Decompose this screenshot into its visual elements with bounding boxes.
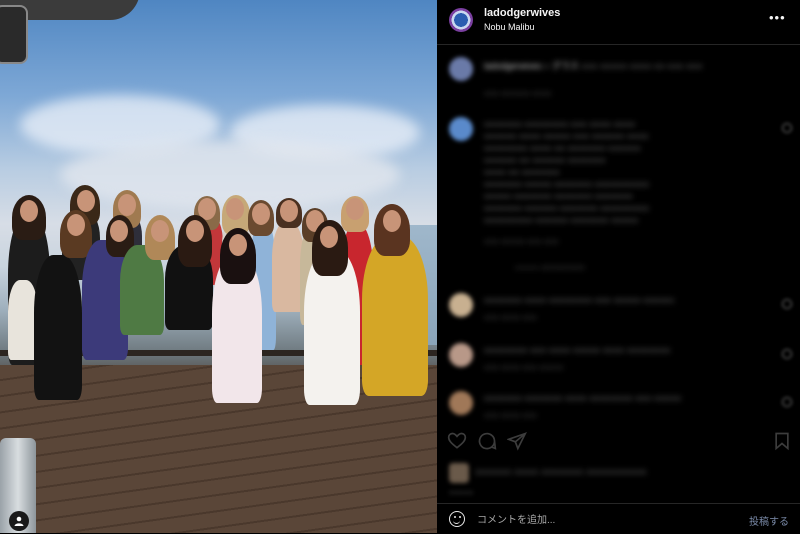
post-comment-button[interactable]: 投稿する <box>749 513 789 528</box>
post-photo[interactable] <box>0 0 437 533</box>
user-icon <box>14 516 24 526</box>
tagged-users-button[interactable] <box>9 511 29 531</box>
comment-item: ○○○○○○○ ○○○○○○○○ ○○○ ○○○○ ○○○○ ○○○○○○ ○○… <box>437 115 800 275</box>
comment-text: ○○○○○○ ○○ ○○○○○○ ○○○○○○○ <box>484 155 606 165</box>
comment-text: ○○○○ ○○ ○○○○○○○ <box>484 167 560 177</box>
like-comment-icon[interactable] <box>782 123 792 133</box>
post-actions <box>437 423 800 463</box>
liker-avatar <box>449 463 469 483</box>
comment-text: ○○○○○○○○ ○○○○ ○○ ○○○○○○○ ○○○○○○ <box>484 143 641 153</box>
comment-text: ○○○○○○○ ○○○○○○○○ ○○○ ○○○○ ○○○○ <box>484 119 636 129</box>
commenter-avatar[interactable] <box>449 391 473 415</box>
commenter-avatar[interactable] <box>449 117 473 141</box>
view-replies[interactable]: ——— ○○○○○○○○○ <box>515 263 585 272</box>
comment-meta: ○○○ ○○○○ ○○○ <box>484 411 537 420</box>
lamp-fixture <box>0 5 28 64</box>
comments-list[interactable]: ladodgerwives ○ グラス ○○○ ○○○○○ ○○○○ ○○ ○○… <box>437 45 800 423</box>
likes-text: ○○○○○○ ○○○○ ○○○○○○○ ○○○○○○○○○○ <box>475 467 647 478</box>
comment-meta: ○○○ ○○○○ ○○○ ○○○○○ <box>484 363 564 372</box>
likes-summary[interactable]: ○○○○○○ ○○○○ ○○○○○○○ ○○○○○○○○○○ <box>445 463 800 487</box>
comment-meta: ○○○ ○○○○ ○○○ <box>484 313 537 322</box>
comment-text: ○○○○○○○ ○○○○○○ ○○○○○○○ ○○○○○○○○○ <box>484 203 650 213</box>
post-location[interactable]: Nobu Malibu <box>484 22 535 32</box>
post-timestamp: ○○○○○ <box>449 488 474 497</box>
profile-avatar[interactable] <box>449 8 473 32</box>
comment-text: ○○○○○○ ○○○○ ○○○○○ ○○○ ○○○○○○ ○○○○ <box>484 131 649 141</box>
comment-item: ○○○○○○○ ○○○○○○○ ○○○○ ○○○○○○○○ ○○○ ○○○○○ … <box>437 389 800 423</box>
comment-item: ladodgerwives ○ グラス ○○○ ○○○○○ ○○○○ ○○ ○○… <box>437 55 800 105</box>
commenter-avatar[interactable] <box>449 57 473 81</box>
comment-bar: 投稿する <box>437 503 800 534</box>
more-horizontal-icon[interactable]: ••• <box>769 10 786 25</box>
post-username[interactable]: ladodgerwives <box>484 7 560 19</box>
post-side-panel: ladodgerwives Nobu Malibu ••• ladodgerwi… <box>437 0 800 533</box>
like-comment-icon[interactable] <box>782 299 792 309</box>
commenter-avatar[interactable] <box>449 293 473 317</box>
like-comment-icon[interactable] <box>782 349 792 359</box>
share-icon[interactable] <box>507 431 527 451</box>
comment-text: ○○○○○○○○ ○○○ ○○○○ ○○○○○ ○○○○ ○○○○○○○○ <box>484 345 671 355</box>
bookmark-icon[interactable] <box>772 431 792 451</box>
like-comment-icon[interactable] <box>782 397 792 407</box>
comment-meta: ○○○ ○○○○○○ ○○○○ <box>484 89 552 98</box>
commenter-avatar[interactable] <box>449 343 473 367</box>
emoji-icon[interactable] <box>449 511 465 527</box>
comment-text: ladodgerwives ○ グラス ○○○ ○○○○○ ○○○○ ○○ ○○… <box>484 61 703 71</box>
heart-icon[interactable] <box>447 431 467 451</box>
comment-text: ○○○○○○○○○ ○○○○○○ ○○○○○○○ ○○○○○ <box>484 215 639 225</box>
comment-text: ○○○○○○○ ○○○○ ○○○○○○○○ ○○○ ○○○○○ ○○○○○○ ○… <box>484 295 674 305</box>
comment-item: ○○○○○○○ ○○○○ ○○○○○○○○ ○○○ ○○○○○ ○○○○○○ ○… <box>437 291 800 331</box>
comment-text: ○○○○○○○ ○○○○○○○ ○○○○ ○○○○○○○○ ○○○ ○○○○○ <box>484 393 682 403</box>
post-header: ladodgerwives Nobu Malibu ••• <box>437 0 800 45</box>
comment-text: ○○○○○ ○○○○○○○ ○○○○○○○ ○○○○○○○ <box>484 191 633 201</box>
comment-item: ○○○○○○○○ ○○○ ○○○○ ○○○○○ ○○○○ ○○○○○○○○ ○○… <box>437 341 800 381</box>
comment-input[interactable] <box>475 510 729 530</box>
comment-meta: ○○○ ○○○○○ ○○○ ○○○ <box>484 237 559 246</box>
comment-text: ○○○○○○○ ○○○○○ ○○○○○○○ ○○○○○○○○○○ <box>484 179 650 189</box>
comment-icon[interactable] <box>477 431 497 451</box>
